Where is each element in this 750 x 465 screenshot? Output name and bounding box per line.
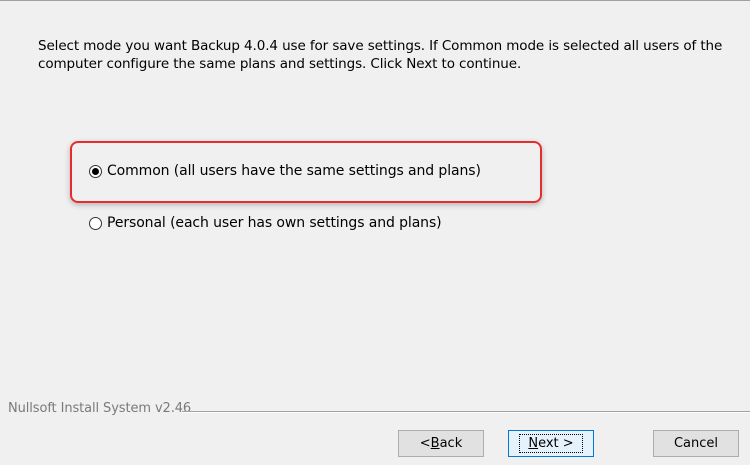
next-button-mnemonic: N bbox=[528, 436, 539, 451]
header-separator bbox=[0, 0, 750, 1]
radio-common-label[interactable]: Common (all users have the same settings… bbox=[107, 163, 481, 179]
radio-common-indicator[interactable] bbox=[89, 164, 102, 178]
radio-common[interactable]: Common (all users have the same settings… bbox=[89, 163, 481, 179]
back-button-mnemonic: B bbox=[430, 436, 440, 451]
back-button-rest: ack bbox=[439, 436, 463, 451]
radio-selected-dot bbox=[92, 167, 99, 175]
instructions-text: Select mode you want Backup 4.0.4 use fo… bbox=[38, 38, 723, 72]
next-button-rest: ext > bbox=[538, 436, 574, 451]
next-button[interactable]: Next > bbox=[508, 430, 594, 457]
cancel-button[interactable]: Cancel bbox=[653, 430, 739, 457]
back-button-prefix: < bbox=[419, 436, 431, 451]
radio-personal-indicator[interactable] bbox=[89, 216, 102, 230]
installer-branding: Nullsoft Install System v2.46 bbox=[8, 401, 192, 416]
radio-personal-label[interactable]: Personal (each user has own settings and… bbox=[107, 215, 442, 231]
branding-separator bbox=[182, 411, 750, 412]
back-button[interactable]: < Back bbox=[398, 430, 484, 457]
next-button-focus-rect: Next > bbox=[519, 434, 583, 453]
radio-personal[interactable]: Personal (each user has own settings and… bbox=[89, 215, 442, 231]
